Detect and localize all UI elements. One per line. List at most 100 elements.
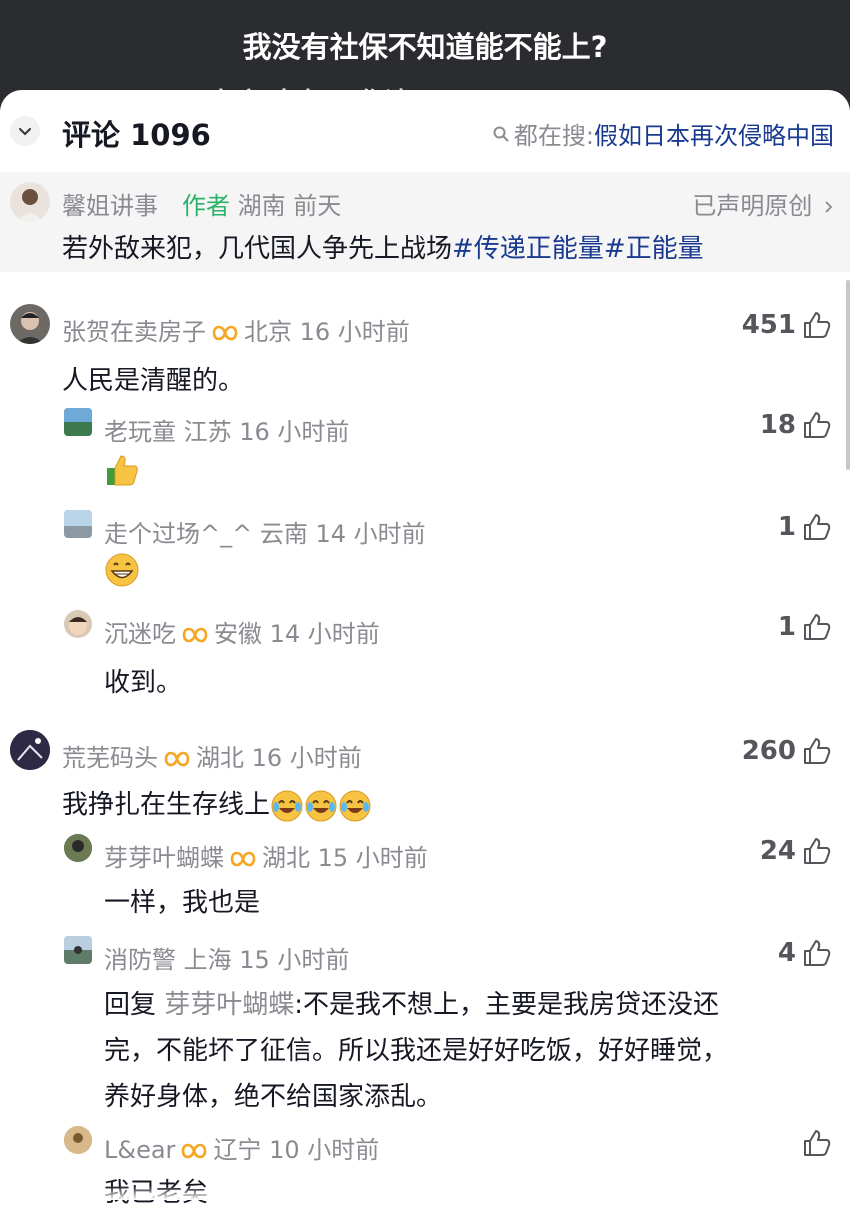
like-button[interactable]: 451 bbox=[742, 310, 832, 340]
comment-user[interactable]: 芽芽叶蝴蝶 湖北 15 小时前 bbox=[104, 838, 428, 873]
infinity-badge-icon bbox=[230, 851, 256, 867]
like-button[interactable]: 24 bbox=[760, 836, 832, 866]
post-text: 若外敌来犯，几代国人争先上战场#传递正能量#正能量 bbox=[62, 228, 704, 265]
avatar[interactable] bbox=[64, 1126, 92, 1154]
comment-user[interactable]: 走个过场^_^ 云南 14 小时前 bbox=[104, 514, 426, 549]
like-count: 260 bbox=[741, 736, 796, 766]
thumbs-up-emoji-icon bbox=[107, 455, 138, 486]
comment-user[interactable]: L&ear 辽宁 10 小时前 bbox=[104, 1130, 379, 1165]
avatar[interactable] bbox=[64, 936, 92, 964]
post-body: 若外敌来犯，几代国人争先上战场 bbox=[62, 234, 453, 264]
comment-user[interactable]: 荒芜码头 湖北 16 小时前 bbox=[62, 738, 362, 773]
avatar[interactable] bbox=[64, 510, 92, 538]
comment-meta: 上海 15 小时前 bbox=[183, 946, 350, 974]
avatar[interactable] bbox=[64, 408, 92, 436]
reply-line: :不是我不想上，主要是我房贷还没还 bbox=[294, 990, 720, 1020]
author-name[interactable]: 馨姐讲事 bbox=[62, 186, 158, 221]
comment-meta: 辽宁 10 小时前 bbox=[213, 1136, 380, 1164]
comment-header: 评论 1096 都在搜: 假如日本再次侵略中国 bbox=[0, 90, 850, 170]
thumbs-up-icon bbox=[804, 614, 831, 640]
laugh-cry-emoji-icon bbox=[271, 790, 303, 821]
search-prefix: 都在搜: bbox=[513, 122, 594, 150]
thumbs-up-icon bbox=[804, 312, 831, 338]
grin-emoji-icon bbox=[105, 553, 139, 587]
original-declaration[interactable]: 已声明原创 bbox=[692, 186, 834, 221]
author-post: 馨姐讲事 作者 湖南 前天 已声明原创 若外敌来犯，几代国人争先上战场#传递正能… bbox=[0, 172, 850, 272]
like-count: 1 bbox=[777, 612, 796, 642]
infinity-badge-icon bbox=[164, 751, 190, 767]
comment-meta: 江苏 16 小时前 bbox=[183, 418, 350, 446]
laugh-cry-emoji-icon bbox=[305, 790, 337, 821]
comment-meta: 云南 14 小时前 bbox=[259, 520, 426, 548]
comment-text: 收到。 bbox=[104, 668, 183, 698]
avatar[interactable] bbox=[64, 834, 92, 862]
like-count: 24 bbox=[759, 836, 796, 866]
comment-user[interactable]: 张贺在卖房子 北京 16 小时前 bbox=[62, 312, 410, 347]
scrollbar[interactable] bbox=[846, 280, 850, 470]
thumbs-up-icon bbox=[804, 940, 831, 966]
username: 沉迷吃 bbox=[104, 620, 176, 648]
like-count: 1 bbox=[777, 512, 796, 542]
thumbs-up-icon bbox=[804, 838, 831, 864]
avatar[interactable] bbox=[64, 610, 92, 638]
comment-text: 回复 芽芽叶蝴蝶:不是我不想上，主要是我房贷还没还 bbox=[104, 984, 719, 1021]
hashtag[interactable]: #传递正能量 bbox=[452, 234, 604, 264]
username: 消防警 bbox=[104, 946, 176, 974]
author-tag: 作者 bbox=[182, 192, 230, 220]
username: 芽芽叶蝴蝶 bbox=[104, 844, 224, 872]
avatar[interactable] bbox=[10, 304, 50, 344]
comment-meta: 湖北 16 小时前 bbox=[196, 744, 362, 772]
like-button[interactable]: 1 bbox=[778, 512, 832, 542]
comment-meta: 北京 16 小时前 bbox=[244, 318, 410, 346]
reply-prefix: 回复 bbox=[104, 990, 157, 1020]
like-button[interactable]: 4 bbox=[778, 938, 832, 968]
author-avatar[interactable] bbox=[10, 182, 50, 222]
declared-label: 已声明原创 bbox=[692, 192, 813, 220]
search-term[interactable]: 假如日本再次侵略中国 bbox=[594, 116, 834, 151]
comment-text: 人民是清醒的。 bbox=[62, 366, 245, 396]
comment-sheet: 评论 1096 都在搜: 假如日本再次侵略中国 馨姐讲事 作者 湖南 前天 已声… bbox=[0, 90, 850, 1208]
like-count: 4 bbox=[777, 938, 796, 968]
author-time: 前天 bbox=[293, 192, 342, 220]
username: 老玩童 bbox=[104, 418, 176, 446]
infinity-badge-icon bbox=[182, 627, 208, 643]
author-meta: 作者 湖南 前天 bbox=[182, 186, 341, 221]
hashtag[interactable]: #正能量 bbox=[604, 234, 704, 264]
laugh-cry-emoji-icon bbox=[339, 790, 371, 821]
video-caption: 我没有社保不知道能不能上? bbox=[242, 30, 608, 64]
bottom-fade bbox=[0, 1186, 850, 1200]
search-icon bbox=[493, 126, 509, 141]
comment-text-line: 养好身体，绝不给国家添乱。 bbox=[104, 1082, 443, 1112]
reply-target[interactable]: 芽芽叶蝴蝶 bbox=[164, 990, 294, 1020]
collapse-button[interactable] bbox=[10, 116, 40, 146]
thumbs-up-icon bbox=[804, 738, 831, 764]
username: 张贺在卖房子 bbox=[62, 318, 206, 346]
thumbs-up-icon bbox=[804, 1130, 831, 1156]
like-button[interactable]: 260 bbox=[742, 736, 832, 766]
comment-user[interactable]: 老玩童 江苏 16 小时前 bbox=[104, 412, 349, 447]
comment-text: 一样，我也是 bbox=[104, 888, 261, 918]
comment-meta: 安徽 14 小时前 bbox=[214, 620, 380, 648]
username: L&ear bbox=[104, 1136, 176, 1164]
chevron-down-icon bbox=[19, 128, 31, 136]
trending-search[interactable]: 都在搜: 假如日本再次侵略中国 bbox=[492, 116, 834, 151]
comment-meta: 湖北 15 小时前 bbox=[262, 844, 428, 872]
username: 荒芜码头 bbox=[62, 744, 158, 772]
like-button[interactable]: 1 bbox=[778, 612, 832, 642]
comment-user[interactable]: 沉迷吃 安徽 14 小时前 bbox=[104, 614, 380, 649]
comment-user[interactable]: 消防警 上海 15 小时前 bbox=[104, 940, 349, 975]
like-button[interactable] bbox=[796, 1128, 832, 1158]
comment-body: 我挣扎在生存线上 bbox=[62, 790, 271, 820]
avatar[interactable] bbox=[10, 730, 50, 770]
username: 走个过场^_^ bbox=[104, 520, 253, 548]
comment-count: 评论 1096 bbox=[62, 118, 211, 152]
thumbs-up-icon bbox=[804, 514, 831, 540]
chevron-right-icon bbox=[825, 201, 833, 213]
thumbs-up-icon bbox=[804, 412, 831, 438]
like-count: 451 bbox=[741, 310, 796, 340]
infinity-badge-icon bbox=[212, 325, 238, 341]
author-location: 湖南 bbox=[237, 192, 286, 220]
like-button[interactable]: 18 bbox=[760, 410, 832, 440]
comment-text-line: 完，不能坏了征信。所以我还是好好吃饭，好好睡觉， bbox=[104, 1036, 729, 1066]
comment-text: 我挣扎在生存线上 bbox=[62, 784, 372, 823]
